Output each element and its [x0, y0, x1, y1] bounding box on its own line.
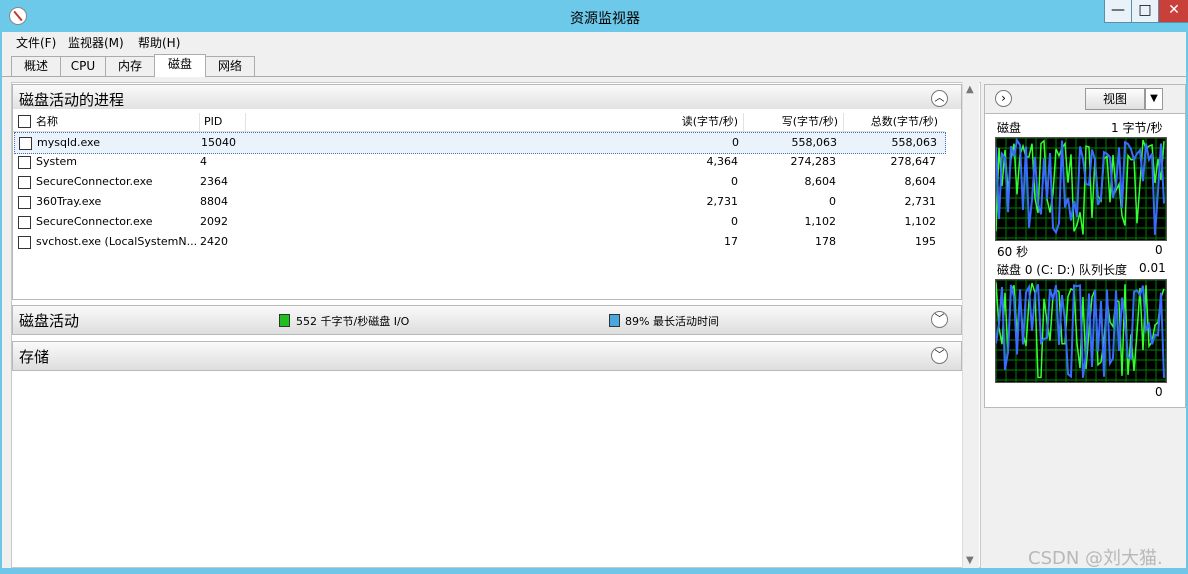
cell-read: 4,364: [706, 155, 739, 168]
io-legend-swatch: [279, 314, 290, 327]
view-button[interactable]: 视图: [1085, 88, 1145, 110]
cell-pid: 15040: [201, 136, 236, 149]
graph1-time-label: 60 秒: [997, 245, 1029, 259]
cell-pid: 8804: [200, 195, 228, 208]
cell-write: 274,283: [790, 155, 837, 168]
expand-icon[interactable]: ﹀: [931, 347, 948, 364]
cell-total: 8,604: [904, 175, 937, 188]
disk-activity-title: 磁盘活动: [19, 312, 80, 330]
row-checkbox[interactable]: [18, 196, 31, 209]
cell-pid: 2092: [200, 215, 228, 228]
table-row[interactable]: 360Tray.exe 8804 2,731 0 2,731: [14, 192, 944, 212]
table-row[interactable]: mysqld.exe 15040 0 558,063 558,063: [14, 132, 946, 154]
window-client: 文件(F) 监视器(M) 帮助(H) 概述 CPU 内存 磁盘 网络 磁盘活动的…: [2, 32, 1186, 568]
disk-activity-section-header[interactable]: 磁盘活动 552 千字节/秒磁盘 I/O 89% 最长活动时间 ﹀: [12, 305, 962, 335]
row-checkbox[interactable]: [18, 176, 31, 189]
expand-icon[interactable]: ﹀: [931, 311, 948, 328]
process-table: 名称 PID 读(字节/秒) 写(字节/秒) 总数(字节/秒) mysqld.e…: [12, 109, 962, 300]
queue-length-graph: [995, 279, 1167, 383]
table-row[interactable]: svchost.exe (LocalSystemN... 2420 17 178 195: [14, 232, 944, 252]
select-all-checkbox[interactable]: [18, 115, 31, 128]
storage-section-header[interactable]: 存储 ﹀: [12, 341, 962, 371]
cell-name: SecureConnector.exe: [36, 175, 153, 188]
cell-write: 0: [829, 195, 836, 208]
row-checkbox[interactable]: [18, 156, 31, 169]
tab-network[interactable]: 网络: [205, 56, 255, 76]
tab-disk[interactable]: 磁盘: [154, 54, 206, 77]
cell-total: 278,647: [890, 155, 937, 168]
tab-overview[interactable]: 概述: [11, 56, 61, 76]
minimize-button[interactable]: —: [1104, 0, 1132, 23]
col-read[interactable]: 读(字节/秒): [245, 113, 738, 131]
cell-total: 558,063: [891, 136, 938, 149]
cell-name: 360Tray.exe: [36, 195, 102, 208]
graphs-panel: › 视图 ▼ 磁盘 1 字节/秒 60 秒 0 磁盘 0 (C: D:) 队列长…: [984, 84, 1186, 408]
cell-name: System: [36, 155, 78, 168]
cell-write: 1,102: [804, 215, 837, 228]
queue-length-graph-plot: [995, 279, 1167, 382]
scroll-up-icon[interactable]: ▲: [966, 84, 974, 95]
cell-total: 2,731: [904, 195, 937, 208]
menu-help[interactable]: 帮助(H): [138, 34, 180, 51]
table-row[interactable]: System 4 4,364 274,283 278,647: [14, 152, 944, 172]
graph1-scale: 1 字节/秒: [1111, 121, 1163, 135]
cell-read: 2,731: [706, 195, 739, 208]
cell-read: 0: [732, 136, 739, 149]
processes-section-title: 磁盘活动的进程: [19, 91, 125, 109]
graphs-toolbar: › 视图 ▼: [985, 85, 1185, 114]
cell-write: 558,063: [791, 136, 838, 149]
collapse-icon[interactable]: ︿: [931, 90, 948, 107]
cell-read: 0: [731, 215, 738, 228]
tab-bar: 概述 CPU 内存 磁盘 网络: [2, 54, 1186, 77]
vertical-scrollbar[interactable]: ▲ ▼: [962, 82, 979, 568]
cell-pid: 4: [200, 155, 207, 168]
cell-name: mysqld.exe: [37, 136, 100, 149]
watermark-text: CSDN @刘大猫.: [1028, 548, 1163, 569]
disk-graph-plot: [995, 137, 1167, 240]
col-write[interactable]: 写(字节/秒): [743, 113, 838, 131]
graph2-scale: 0.01: [1139, 261, 1166, 275]
cell-name: SecureConnector.exe: [36, 215, 153, 228]
cell-name: svchost.exe (LocalSystemN...: [36, 235, 198, 248]
cell-read: 0: [731, 175, 738, 188]
title-bar: 资源监视器 — □ ✕: [0, 0, 1188, 32]
expand-panel-icon[interactable]: ›: [995, 90, 1012, 107]
row-checkbox[interactable]: [19, 137, 32, 150]
active-time-text: 89% 最长活动时间: [625, 315, 719, 328]
table-header: 名称 PID 读(字节/秒) 写(字节/秒) 总数(字节/秒): [13, 109, 945, 132]
col-name[interactable]: 名称: [36, 113, 58, 131]
tab-cpu[interactable]: CPU: [60, 56, 106, 76]
window-title: 资源监视器: [570, 11, 640, 27]
cell-total: 1,102: [904, 215, 937, 228]
graph1-min-label: 0: [1155, 243, 1163, 257]
disk-io-text: 552 千字节/秒磁盘 I/O: [296, 315, 410, 328]
main-panel: 磁盘活动的进程 ︿ 名称 PID 读(字节/秒) 写(字节/秒) 总数(字节/秒…: [11, 82, 981, 568]
menu-bar: 文件(F) 监视器(M) 帮助(H): [2, 32, 1186, 52]
cell-read: 17: [724, 235, 738, 248]
graph2-min-label: 0: [1155, 385, 1163, 399]
active-time-legend-swatch: [609, 314, 620, 327]
maximize-button[interactable]: □: [1131, 0, 1159, 23]
tab-memory[interactable]: 内存: [105, 56, 155, 76]
disk-graph: [995, 137, 1167, 241]
close-button[interactable]: ✕: [1158, 0, 1188, 23]
menu-file[interactable]: 文件(F): [16, 34, 56, 51]
storage-title: 存储: [19, 348, 50, 366]
cell-total: 195: [915, 235, 936, 248]
col-total[interactable]: 总数(字节/秒): [843, 113, 938, 131]
table-row[interactable]: SecureConnector.exe 2364 0 8,604 8,604: [14, 172, 944, 192]
scroll-down-icon[interactable]: ▼: [966, 555, 974, 566]
graph1-title: 磁盘: [997, 121, 1022, 135]
cell-write: 8,604: [804, 175, 837, 188]
col-pid[interactable]: PID: [199, 113, 222, 131]
row-checkbox[interactable]: [18, 216, 31, 229]
view-dropdown-icon[interactable]: ▼: [1145, 88, 1163, 110]
row-checkbox[interactable]: [18, 236, 31, 249]
table-row[interactable]: SecureConnector.exe 2092 0 1,102 1,102: [14, 212, 944, 232]
cell-pid: 2420: [200, 235, 228, 248]
graph2-title: 磁盘 0 (C: D:) 队列长度: [997, 263, 1127, 277]
cell-write: 178: [815, 235, 836, 248]
menu-monitor[interactable]: 监视器(M): [68, 34, 124, 51]
cell-pid: 2364: [200, 175, 228, 188]
